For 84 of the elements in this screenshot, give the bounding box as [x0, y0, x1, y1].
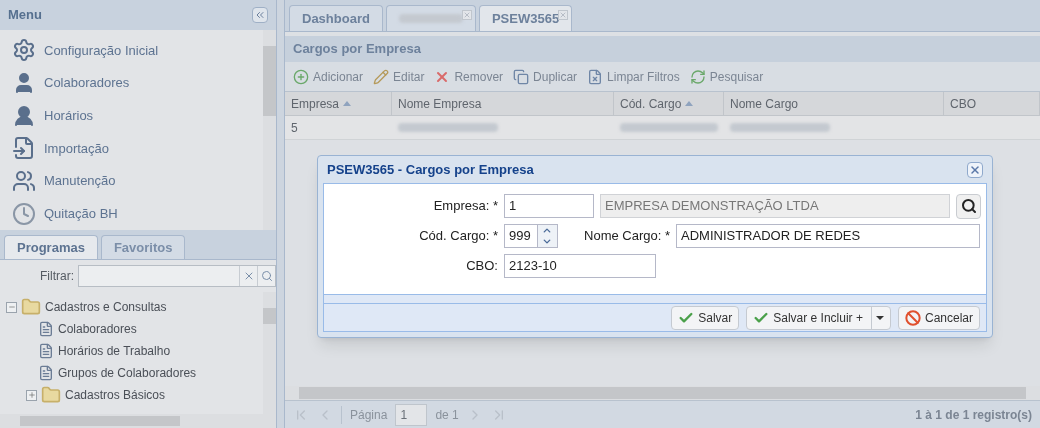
- program-icon: [38, 365, 54, 381]
- menu-item[interactable]: Colaboradores: [44, 73, 130, 93]
- panel-tab[interactable]: Programas: [4, 235, 98, 259]
- input-field: EMPRESA DEMONSTRAÇÃO LTDA: [600, 194, 950, 218]
- add-icon: [293, 68, 309, 85]
- input-field[interactable]: 1: [504, 194, 594, 218]
- spinner-icon[interactable]: [537, 225, 557, 247]
- column-header[interactable]: CBO: [944, 92, 1040, 115]
- search-icon: [960, 198, 977, 214]
- page-count: de 1: [435, 406, 459, 424]
- close-icon[interactable]: [461, 10, 472, 20]
- collapse-button[interactable]: [252, 7, 269, 23]
- toolbar-button[interactable]: Adicionar: [293, 67, 364, 86]
- tree-item[interactable]: Colaboradores: [58, 320, 137, 338]
- tree-item[interactable]: Cadastros e Consultas: [45, 298, 167, 316]
- tree-item[interactable]: Grupos de Colaboradores: [58, 364, 197, 382]
- scrollbar[interactable]: [263, 292, 277, 414]
- scrollbar[interactable]: [263, 30, 277, 230]
- cancel-icon: [904, 309, 921, 326]
- collapse-toggle[interactable]: [6, 301, 17, 313]
- column-header[interactable]: Nome Cargo: [724, 92, 944, 115]
- dialog-button[interactable]: Cancelar: [897, 305, 980, 330]
- panel-tab[interactable]: Favoritos: [100, 235, 186, 259]
- tab-label: PSEW3565: [491, 9, 560, 28]
- input-field[interactable]: ADMINISTRADOR DE REDES: [676, 224, 980, 248]
- menu-item[interactable]: Quitação BH: [44, 203, 118, 224]
- toolbar-button[interactable]: Editar: [373, 67, 425, 86]
- panel-title: Cargos por Empresa: [293, 40, 421, 59]
- folder-icon: [41, 385, 61, 405]
- menu-title: Menu: [8, 6, 42, 25]
- menu-item[interactable]: Importação: [44, 138, 110, 159]
- close-button[interactable]: [967, 161, 983, 178]
- toolbar-button[interactable]: Pesquisar: [689, 67, 764, 86]
- edit-icon: [373, 68, 390, 85]
- dialog-button[interactable]: Salvar e Incluir +: [746, 305, 891, 330]
- expand-toggle[interactable]: [26, 389, 37, 401]
- number-field[interactable]: 999: [504, 224, 558, 248]
- toolbar-button[interactable]: Remover: [434, 67, 504, 86]
- page-field[interactable]: 1: [395, 403, 428, 426]
- dropdown-arrow-icon[interactable]: [870, 306, 884, 329]
- refresh-icon: [689, 68, 706, 85]
- plus-icon: [27, 391, 36, 399]
- menu-item[interactable]: Horários: [44, 105, 94, 126]
- close-icon: [969, 163, 981, 176]
- page-label: Página: [341, 405, 388, 424]
- document-tab[interactable]: Dashboard: [289, 5, 383, 31]
- search-button[interactable]: [956, 193, 981, 219]
- menu-item[interactable]: Manutenção: [44, 171, 116, 191]
- field-label: Empresa: *: [432, 197, 499, 216]
- double-chevron-icon: [254, 9, 267, 21]
- document-tab[interactable]: [385, 5, 476, 31]
- program-icon: [38, 343, 54, 359]
- copy-icon: [513, 68, 530, 85]
- column-header[interactable]: Empresa: [285, 92, 392, 115]
- close-icon[interactable]: [558, 10, 569, 20]
- clock-icon: [12, 201, 36, 226]
- splitter[interactable]: [277, 0, 284, 428]
- table-cell-text: 5: [291, 119, 298, 137]
- blurred-text: [398, 14, 463, 23]
- program-icon: [38, 321, 54, 337]
- users-icon: [12, 169, 36, 193]
- toolbar-button[interactable]: Duplicar: [513, 67, 578, 86]
- scrollbar[interactable]: [0, 414, 277, 428]
- menu-item[interactable]: Configuração Inicial: [44, 40, 159, 61]
- filter-field[interactable]: [78, 265, 277, 287]
- field-label: Nome Cargo: *: [583, 227, 671, 246]
- minus-icon: [7, 303, 16, 311]
- import-icon: [12, 136, 36, 161]
- record-summary: 1 à 1 de 1 registro(s): [915, 406, 1032, 424]
- input-field[interactable]: 2123-10: [504, 254, 656, 278]
- tree-item[interactable]: Horários de Trabalho: [58, 342, 171, 360]
- column-header[interactable]: Cód. Cargo: [614, 92, 724, 115]
- document-tab[interactable]: PSEW3565: [478, 5, 573, 31]
- tree-item[interactable]: Cadastros Básicos: [65, 386, 166, 404]
- folder-icon: [21, 297, 41, 317]
- dialog-title: PSEW3565 - Cargos por Empresa: [327, 160, 534, 179]
- field-label: Cód. Cargo: *: [418, 227, 499, 246]
- toolbar-button[interactable]: Limpar Filtros: [587, 67, 680, 86]
- field-label: CBO:: [465, 257, 499, 276]
- dialog-button[interactable]: Salvar: [671, 305, 740, 330]
- clear-filter-icon: [587, 68, 604, 85]
- tab-label: Dashboard: [302, 9, 370, 28]
- column-header[interactable]: Nome Empresa: [392, 92, 614, 115]
- filter-label: Filtrar:: [40, 268, 74, 285]
